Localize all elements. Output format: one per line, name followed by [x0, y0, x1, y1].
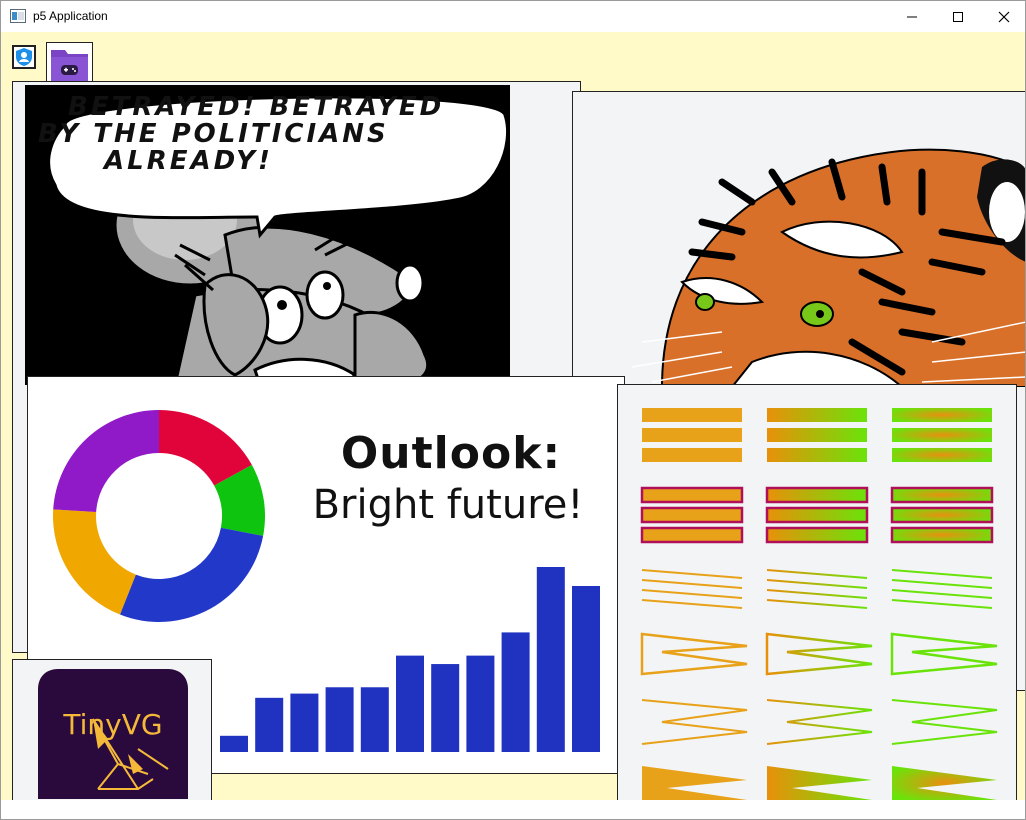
tiger-image — [631, 148, 1025, 387]
gradient-stripes-grid — [640, 408, 998, 800]
stripe-filled — [892, 448, 992, 462]
stripe-line — [766, 579, 868, 589]
stripe-outlined — [765, 486, 869, 504]
donut-slice-yellow — [53, 509, 136, 615]
zigzag-line — [766, 699, 873, 745]
stripe-outlined — [640, 486, 744, 504]
stripe-line — [641, 579, 743, 589]
speech-bubble-text: BETRAYED! BETRAYED BY THE POLITICIANS AL… — [38, 94, 498, 175]
maximize-icon — [953, 11, 963, 22]
stripe-outlined — [640, 506, 744, 524]
window-title: p5 Application — [33, 9, 108, 23]
bar-6 — [396, 655, 424, 752]
user-shield-button[interactable] — [12, 45, 36, 69]
stripe-line — [891, 589, 993, 599]
bar-7 — [431, 664, 460, 752]
donut-slice-purple — [53, 410, 159, 513]
minimize-button[interactable] — [889, 1, 935, 32]
title-bar[interactable]: p5 Application — [1, 1, 1025, 32]
stripe-line — [766, 569, 868, 579]
zigzag-line — [891, 699, 998, 745]
p5-canvas[interactable]: BETRAYED! BETRAYED BY THE POLITICIANS AL… — [2, 32, 1025, 800]
app-window: p5 Application BETRAYED! BETRAYED BY THE… — [0, 0, 1026, 820]
outlook-title: Outlook: — [340, 428, 562, 479]
tinyvg-label: TinyVG — [63, 708, 163, 741]
zigzag-outline — [765, 632, 873, 676]
minimize-icon — [907, 16, 917, 17]
zigzag-filled — [892, 766, 997, 800]
stripe-outlined — [890, 526, 994, 544]
bar-4 — [325, 687, 354, 752]
speech-line-3: ALREADY! — [104, 146, 273, 176]
stripe-outlined — [765, 506, 869, 524]
stripe-line — [766, 589, 868, 599]
speech-line-1: BETRAYED! BETRAYED — [68, 92, 445, 122]
bar-9 — [501, 632, 530, 752]
stripe-filled — [642, 448, 742, 462]
bar-3 — [290, 693, 319, 752]
bar-8 — [466, 655, 495, 752]
stripe-line — [641, 599, 743, 609]
zigzag-filled — [642, 766, 747, 800]
stripe-filled — [642, 428, 742, 442]
stripe-line — [766, 599, 868, 609]
outlook-subtitle: Bright future! — [312, 482, 584, 528]
zigzag-outline — [890, 632, 998, 676]
bar-1 — [220, 735, 248, 752]
stripe-filled — [642, 408, 742, 422]
bar-10 — [536, 567, 565, 752]
stripe-line — [641, 569, 743, 579]
user-shield-icon — [16, 48, 32, 66]
zigzag-filled — [767, 766, 872, 800]
stripe-line — [891, 579, 993, 589]
stripe-filled — [767, 428, 867, 442]
bar-chart — [220, 567, 600, 752]
stripe-filled — [767, 408, 867, 422]
stripe-filled — [767, 448, 867, 462]
stripe-line — [891, 599, 993, 609]
stripe-outlined — [640, 526, 744, 544]
zigzag-outline — [640, 632, 748, 676]
close-button[interactable] — [981, 1, 1025, 32]
stripe-filled — [892, 408, 992, 422]
stripe-line — [891, 569, 993, 579]
stripe-outlined — [890, 506, 994, 524]
app-icon — [10, 9, 26, 23]
stripe-outlined — [890, 486, 994, 504]
stripe-filled — [892, 428, 992, 442]
speech-line-2: BY THE POLITICIANS — [38, 119, 389, 149]
bar-5 — [360, 687, 389, 752]
zigzag-line — [641, 699, 748, 745]
close-icon — [998, 11, 1010, 22]
window-bottom-edge — [1, 800, 1025, 819]
stripe-outlined — [765, 526, 869, 544]
stripe-line — [641, 589, 743, 599]
maximize-button[interactable] — [935, 1, 981, 32]
bar-2 — [255, 697, 284, 752]
bar-11 — [572, 585, 600, 752]
